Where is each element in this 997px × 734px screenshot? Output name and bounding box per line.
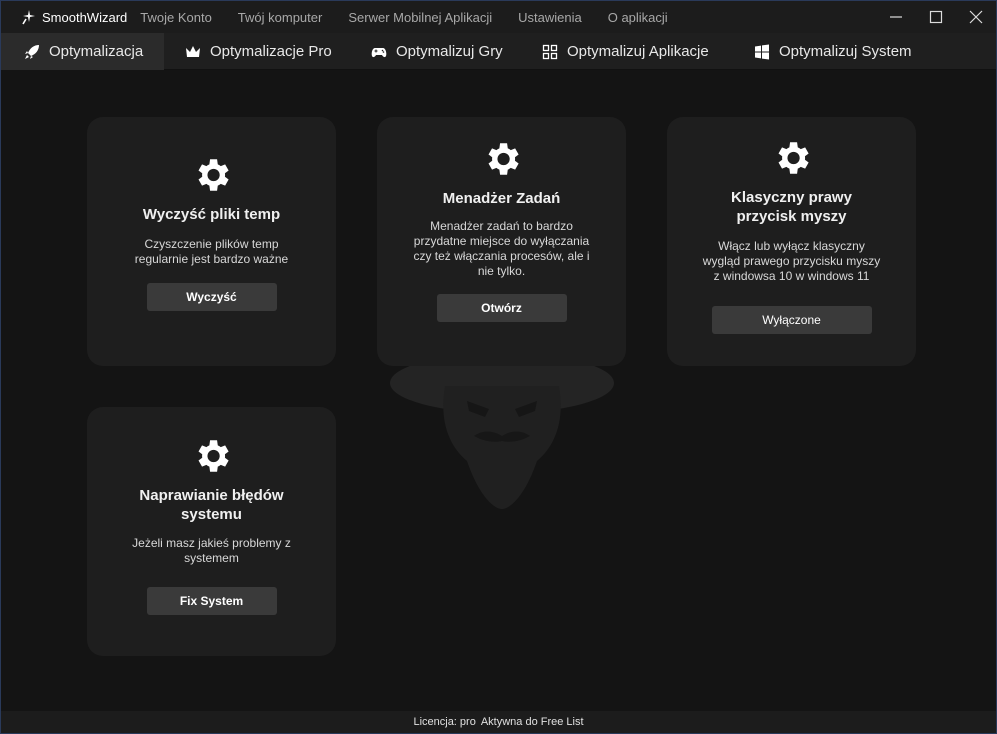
tab-optymalizacje-pro[interactable]: Optymalizacje Pro: [164, 33, 351, 70]
card-description: Jeżeli masz jakieś problemy z systemem: [132, 536, 291, 566]
desc-line: z windowsa 10 w windows 11: [713, 269, 870, 283]
title-line: Naprawianie błędów: [139, 487, 284, 504]
tab-optymalizacja[interactable]: Optymalizacja: [1, 33, 164, 70]
gear-icon: [488, 143, 519, 175]
tab-label: Optymalizuj Gry: [396, 43, 503, 60]
card-clean-temp: Wyczyść pliki temp Czyszczenie plików te…: [87, 117, 336, 366]
desc-line: Czyszczenie plików temp: [144, 237, 279, 251]
classic-menu-toggle-button[interactable]: Wyłączone: [711, 306, 872, 334]
card-title: Klasyczny prawy przycisk myszy: [731, 188, 852, 226]
crown-icon: [186, 45, 200, 57]
desc-line: Menadżer zadań to bardzo: [430, 219, 573, 233]
desc-line: systemem: [184, 551, 239, 565]
minimize-button[interactable]: [876, 1, 916, 33]
desc-line: regularnie jest bardzo ważne: [134, 252, 289, 266]
gamepad-icon: [371, 47, 387, 57]
menu-item-mobile-server[interactable]: Serwer Mobilnej Aplikacji: [348, 10, 492, 25]
main-tabs: Optymalizacja Optymalizacje Pro Optymali…: [1, 33, 996, 70]
tab-optymalizuj-aplikacje[interactable]: Optymalizuj Aplikacje: [521, 33, 733, 70]
fix-system-button[interactable]: Fix System: [146, 587, 277, 615]
apps-grid-icon: [542, 44, 558, 59]
windows-logo-icon: [755, 44, 769, 59]
card-description: Czyszczenie plików temp regularnie jest …: [135, 237, 288, 267]
tab-optymalizuj-gry[interactable]: Optymalizuj Gry: [351, 33, 521, 70]
open-task-manager-button[interactable]: Otwórz: [436, 294, 567, 322]
title-line: przycisk myszy: [736, 208, 847, 225]
tab-label: Optymalizacja: [49, 43, 144, 60]
card-fix-system: Naprawianie błędów systemu Jeżeli masz j…: [87, 407, 336, 656]
app-window: SmoothWizard Twoje Konto Twój komputer S…: [0, 0, 997, 734]
app-brand: SmoothWizard: [21, 1, 127, 33]
tab-optymalizuj-system[interactable]: Optymalizuj System: [733, 33, 926, 70]
title-bar: SmoothWizard Twoje Konto Twój komputer S…: [1, 1, 996, 33]
menu-item-settings[interactable]: Ustawienia: [518, 10, 582, 25]
card-classic-context-menu: Klasyczny prawy przycisk myszy Włącz lub…: [667, 117, 916, 366]
card-title: Naprawianie błędów systemu: [139, 486, 283, 524]
maximize-icon: [929, 10, 943, 24]
desc-line: czy też włączania procesów, ale i: [413, 249, 590, 263]
menu-item-computer[interactable]: Twój komputer: [238, 10, 323, 25]
card-title: Menadżer Zadań: [442, 190, 561, 207]
card-description: Menadżer zadań to bardzo przydatne miejs…: [413, 219, 589, 279]
rocket-icon: [25, 44, 39, 59]
main-content: Wyczyść pliki temp Czyszczenie plików te…: [1, 71, 996, 713]
gear-icon: [198, 440, 229, 472]
title-line: Klasyczny prawy: [731, 189, 852, 206]
title-line: systemu: [181, 506, 242, 523]
desc-line: Włącz lub wyłącz klasyczny: [718, 239, 865, 253]
status-bar: Licencja: pro Aktywna do Free List: [1, 711, 996, 733]
tab-label: Optymalizacje Pro: [210, 43, 332, 60]
gear-icon: [198, 159, 229, 191]
tab-label: Optymalizuj Aplikacje: [567, 43, 709, 60]
card-title: Wyczyść pliki temp: [142, 206, 281, 223]
card-description: Włącz lub wyłącz klasyczny wygląd praweg…: [703, 239, 880, 284]
clean-temp-button[interactable]: Wyczyść: [146, 283, 277, 311]
desc-line: Jeżeli masz jakieś problemy z: [132, 536, 291, 550]
close-icon: [969, 10, 983, 24]
menu-item-account[interactable]: Twoje Konto: [140, 10, 212, 25]
close-button[interactable]: [956, 1, 996, 33]
desc-line: przydatne miejsce do wyłączania: [413, 234, 590, 248]
app-name: SmoothWizard: [42, 9, 128, 25]
tab-label: Optymalizuj System: [779, 43, 912, 60]
desc-line: wygląd prawego przycisku myszy: [702, 254, 881, 268]
window-controls: [876, 1, 996, 33]
card-task-manager: Menadżer Zadań Menadżer zadań to bardzo …: [377, 117, 626, 366]
gear-icon: [778, 142, 809, 174]
license-label: Licencja: pro: [413, 716, 476, 728]
wand-icon: [22, 10, 35, 25]
desc-line: nie tylko.: [477, 264, 526, 278]
top-menu: Twoje Konto Twój komputer Serwer Mobilne…: [140, 10, 693, 25]
menu-item-about[interactable]: O aplikacji: [608, 10, 668, 25]
minimize-icon: [890, 16, 902, 18]
license-status: Aktywna do Free List: [480, 716, 584, 728]
maximize-button[interactable]: [916, 1, 956, 33]
